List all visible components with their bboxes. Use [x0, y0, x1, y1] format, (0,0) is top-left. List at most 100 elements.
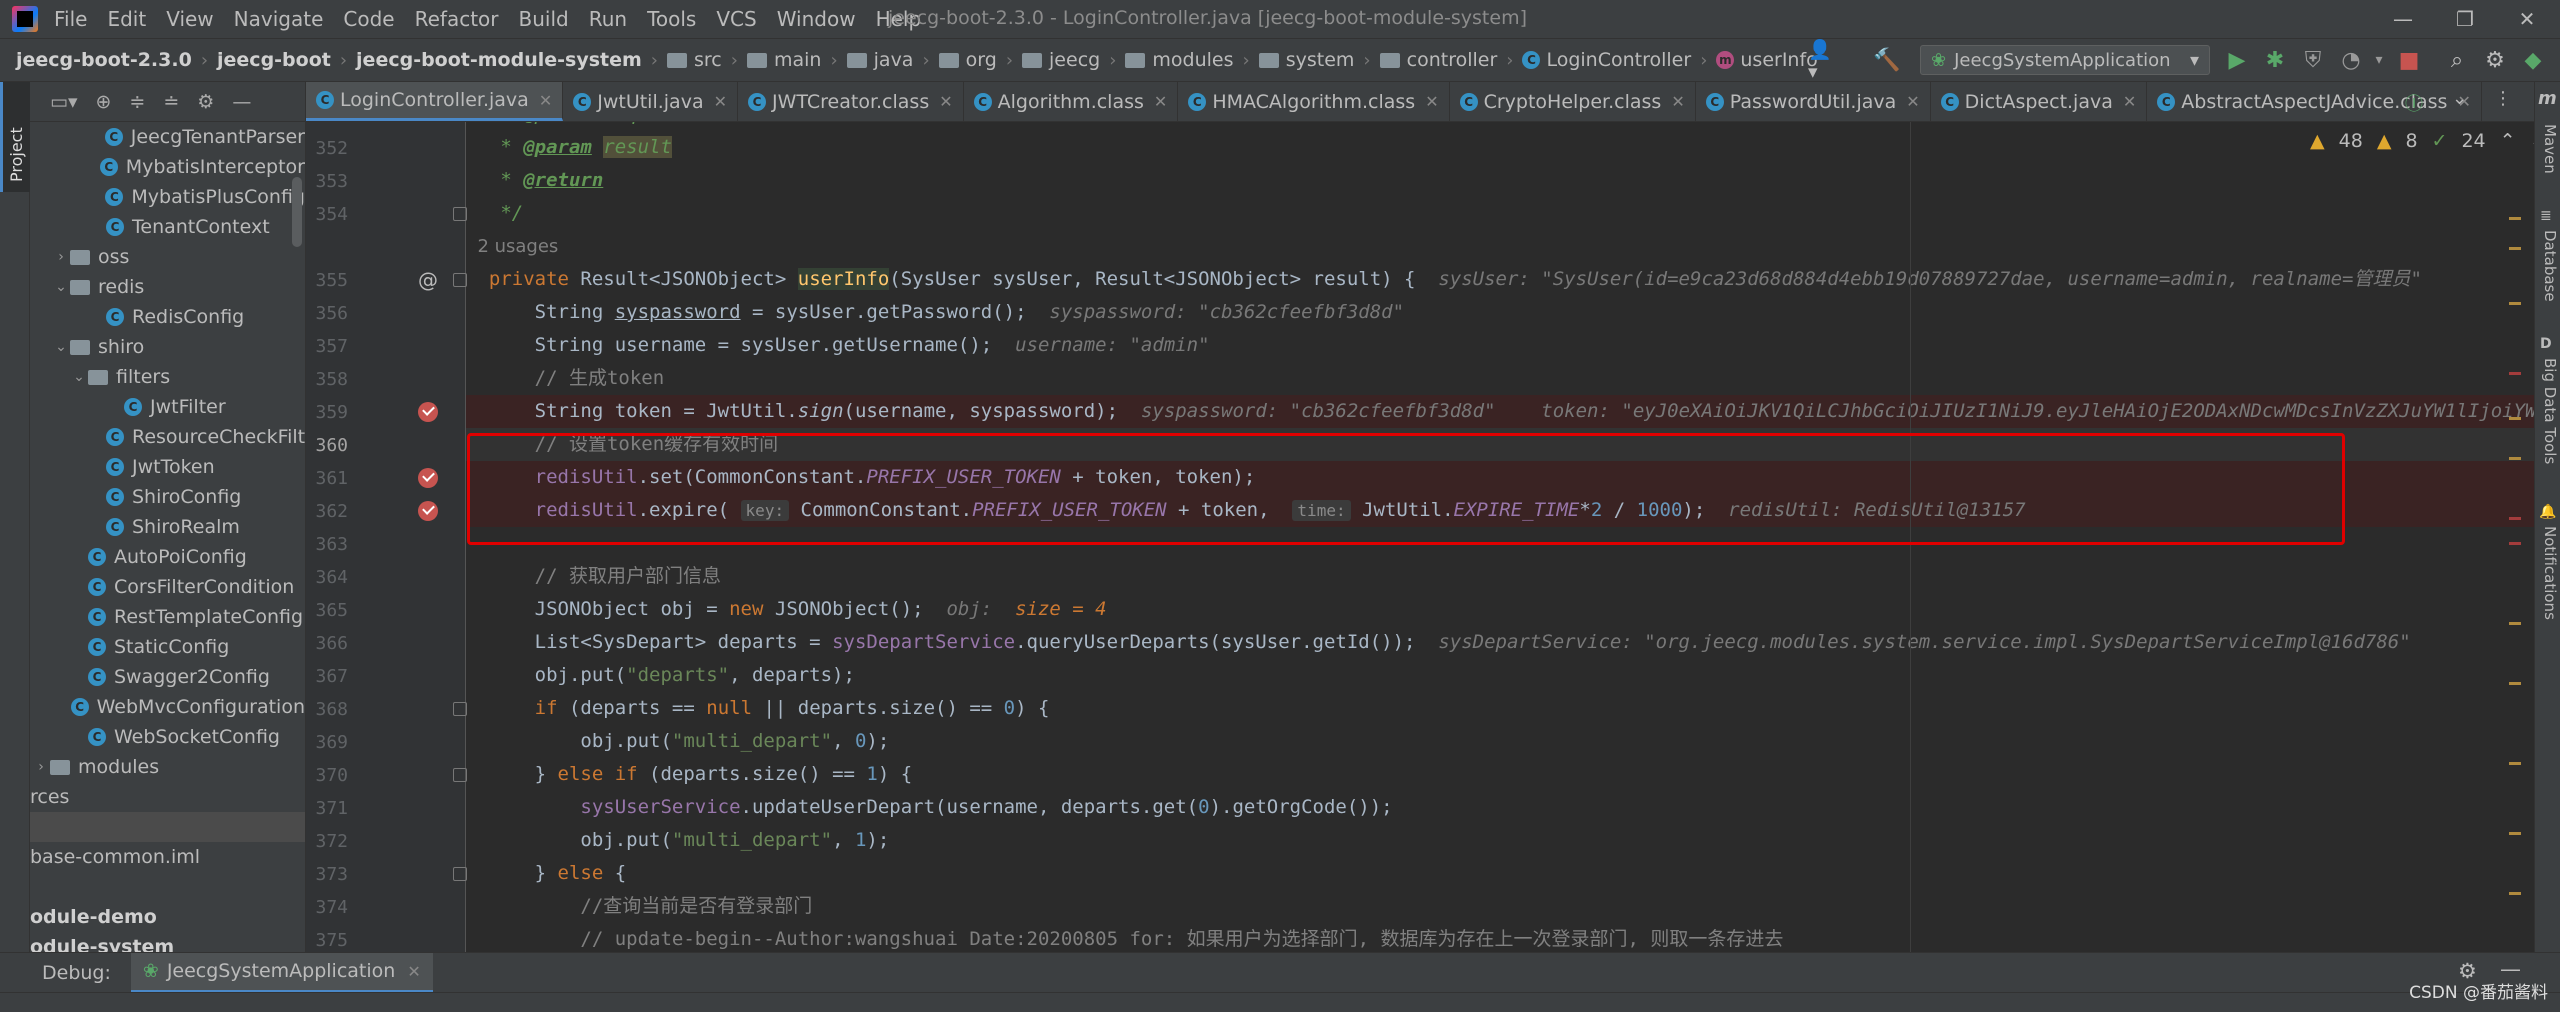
tree-item[interactable]: C ShiroRealm: [30, 512, 305, 542]
run-configuration-select[interactable]: ❀ JeecgSystemApplication ▾: [1920, 45, 2210, 75]
editor-tab[interactable]: C JwtUtil.java ✕: [563, 82, 738, 121]
search-icon[interactable]: ⌕: [2442, 45, 2472, 75]
menu-refactor[interactable]: Refactor: [415, 7, 499, 31]
editor-tab[interactable]: C CryptoHelper.class ✕: [1450, 82, 1696, 121]
tree-item[interactable]: C MybatisInterceptor: [30, 152, 305, 182]
tree-item[interactable]: C TenantContext: [30, 212, 305, 242]
fold-marker-icon[interactable]: [453, 207, 467, 221]
breakpoint-icon[interactable]: [418, 501, 438, 521]
user-icon[interactable]: 👤▾: [1808, 39, 1838, 83]
close-tab-icon[interactable]: ✕: [1906, 92, 1919, 111]
maximize-icon[interactable]: ❐: [2434, 0, 2496, 38]
menu-window[interactable]: Window: [777, 7, 856, 31]
code-line[interactable]: } else {: [466, 857, 2534, 890]
menu-build[interactable]: Build: [519, 7, 569, 31]
error-stripe-mark[interactable]: [2509, 542, 2521, 545]
tree-item[interactable]: C MybatisPlusConfig: [30, 182, 305, 212]
tree-item[interactable]: C ShiroConfig: [30, 482, 305, 512]
select-opened-file-icon[interactable]: ⊕: [96, 91, 112, 113]
menu-vcs[interactable]: VCS: [716, 7, 756, 31]
code-line[interactable]: JSONObject obj = new JSONObject(); obj: …: [466, 593, 2534, 626]
code-line[interactable]: * @param result: [466, 131, 2534, 164]
chevron-down-icon[interactable]: ⌄: [52, 279, 70, 295]
error-stripe-mark[interactable]: [2509, 832, 2521, 835]
code-line[interactable]: obj.put("multi_depart", 1);: [466, 824, 2534, 857]
settings-gear-icon[interactable]: ⚙: [2480, 45, 2510, 75]
editor-tab[interactable]: C DictAspect.java ✕: [1931, 82, 2148, 121]
editor-tab[interactable]: C HMACAlgorithm.class ✕: [1178, 82, 1450, 121]
editor-tab[interactable]: C LoginController.java ✕: [306, 82, 564, 121]
tree-item[interactable]: C JwtFilter: [30, 392, 305, 422]
breadcrumb-item[interactable]: controller: [1379, 49, 1497, 71]
code-line[interactable]: //查询当前是否有登录部门: [466, 890, 2534, 923]
chevron-right-icon[interactable]: ›: [52, 249, 70, 265]
tree-item[interactable]: C CorsFilterCondition: [30, 572, 305, 602]
tree-item[interactable]: odule-demo: [30, 902, 305, 932]
notifications-tool-tab[interactable]: Notifications: [2541, 526, 2559, 620]
close-tab-icon[interactable]: ✕: [1671, 92, 1684, 111]
code-line[interactable]: obj.put("multi_depart", 0);: [466, 725, 2534, 758]
tree-item[interactable]: C WebMvcConfiguration: [30, 692, 305, 722]
error-stripe-mark[interactable]: [2509, 457, 2521, 460]
tree-item[interactable]: C StaticConfig: [30, 632, 305, 662]
breakpoint-icon[interactable]: [418, 468, 438, 488]
breadcrumb-item[interactable]: src: [667, 49, 722, 71]
close-icon[interactable]: ✕: [407, 962, 420, 981]
menu-edit[interactable]: Edit: [107, 7, 146, 31]
editor-tab[interactable]: C PasswordUtil.java ✕: [1696, 82, 1931, 121]
editor-tab[interactable]: C AbstractAspectJAdvice.class ✕: [2147, 82, 2482, 121]
close-icon[interactable]: ✕: [2496, 0, 2558, 38]
debug-session-tab[interactable]: ❀ JeecgSystemApplication ✕: [130, 952, 433, 993]
error-stripe-mark[interactable]: [2509, 622, 2521, 625]
stop-icon[interactable]: ■: [2394, 45, 2424, 75]
breadcrumb-item[interactable]: system: [1258, 49, 1354, 71]
tabs-dropdown-icon[interactable]: ⌄: [2452, 88, 2467, 109]
chevron-right-icon[interactable]: ›: [32, 759, 50, 775]
error-stripe-mark[interactable]: [2509, 217, 2521, 220]
tree-item[interactable]: C Swagger2Config: [30, 662, 305, 692]
close-tab-icon[interactable]: ✕: [939, 92, 952, 111]
big-data-tools-icon[interactable]: D: [2540, 336, 2552, 352]
error-stripe-mark[interactable]: [2509, 892, 2521, 895]
tree-item[interactable]: [30, 812, 305, 842]
breadcrumb-item[interactable]: m userInfo: [1716, 49, 1818, 71]
error-stripe-mark[interactable]: [2509, 682, 2521, 685]
usages-hint[interactable]: 2 usages: [466, 230, 2534, 263]
close-tab-icon[interactable]: ✕: [1154, 92, 1167, 111]
maven-tool-tab[interactable]: Maven: [2541, 124, 2559, 174]
code-line[interactable]: // update-begin--Author:wangshuai Date:2…: [466, 923, 2534, 952]
editor-tab[interactable]: C Algorithm.class ✕: [964, 82, 1179, 121]
build-hammer-icon[interactable]: 🔨: [1872, 45, 1902, 75]
breadcrumb-item[interactable]: jeecg-boot-2.3.0: [16, 49, 192, 71]
fold-marker-icon[interactable]: [453, 768, 467, 782]
close-tab-icon[interactable]: ✕: [1425, 92, 1438, 111]
breadcrumb-item[interactable]: org: [938, 49, 997, 71]
tree-folder[interactable]: › modules: [30, 752, 305, 782]
code-line[interactable]: String token = JwtUtil.sign(username, sy…: [466, 395, 2534, 428]
tree-item[interactable]: base-common.iml: [30, 842, 305, 872]
options-gear-icon[interactable]: ⚙: [197, 91, 214, 113]
tree-item[interactable]: C ResourceCheckFilte: [30, 422, 305, 452]
code-line[interactable]: } else if (departs.size() == 1) {: [466, 758, 2534, 791]
more-run-chevron-icon[interactable]: ▾: [2364, 45, 2394, 75]
error-stripe-mark[interactable]: [2509, 372, 2521, 375]
run-icon[interactable]: ▶: [2222, 45, 2252, 75]
error-stripe[interactable]: [2505, 122, 2523, 952]
breadcrumb-item[interactable]: java: [846, 49, 913, 71]
tree-item[interactable]: C JeecgTenantParser: [30, 122, 305, 152]
error-stripe-mark[interactable]: [2509, 517, 2521, 520]
editor-options-icon[interactable]: ⋮: [2494, 88, 2512, 109]
breakpoint-icon[interactable]: [418, 402, 438, 422]
tree-folder[interactable]: ⌄ shiro: [30, 332, 305, 362]
plugin-icon[interactable]: ◆: [2518, 45, 2548, 75]
minimize-icon[interactable]: —: [2372, 0, 2434, 38]
breadcrumb-item[interactable]: modules: [1125, 49, 1234, 71]
database-tool-tab[interactable]: Database: [2541, 230, 2559, 302]
editor-gutter[interactable]: 351 352 353 354 355 @356 357 358 359 360 361 362 363…: [306, 122, 467, 952]
maven-icon[interactable]: m: [2538, 88, 2557, 109]
code-line[interactable]: // 获取用户部门信息: [466, 560, 2534, 593]
collapse-all-icon[interactable]: ≐: [163, 91, 179, 113]
tree-folder[interactable]: ⌄ filters: [30, 362, 305, 392]
code-line[interactable]: List<SysDepart> departs = sysDepartServi…: [466, 626, 2534, 659]
code-line[interactable]: sysUserService.updateUserDepart(username…: [466, 791, 2534, 824]
